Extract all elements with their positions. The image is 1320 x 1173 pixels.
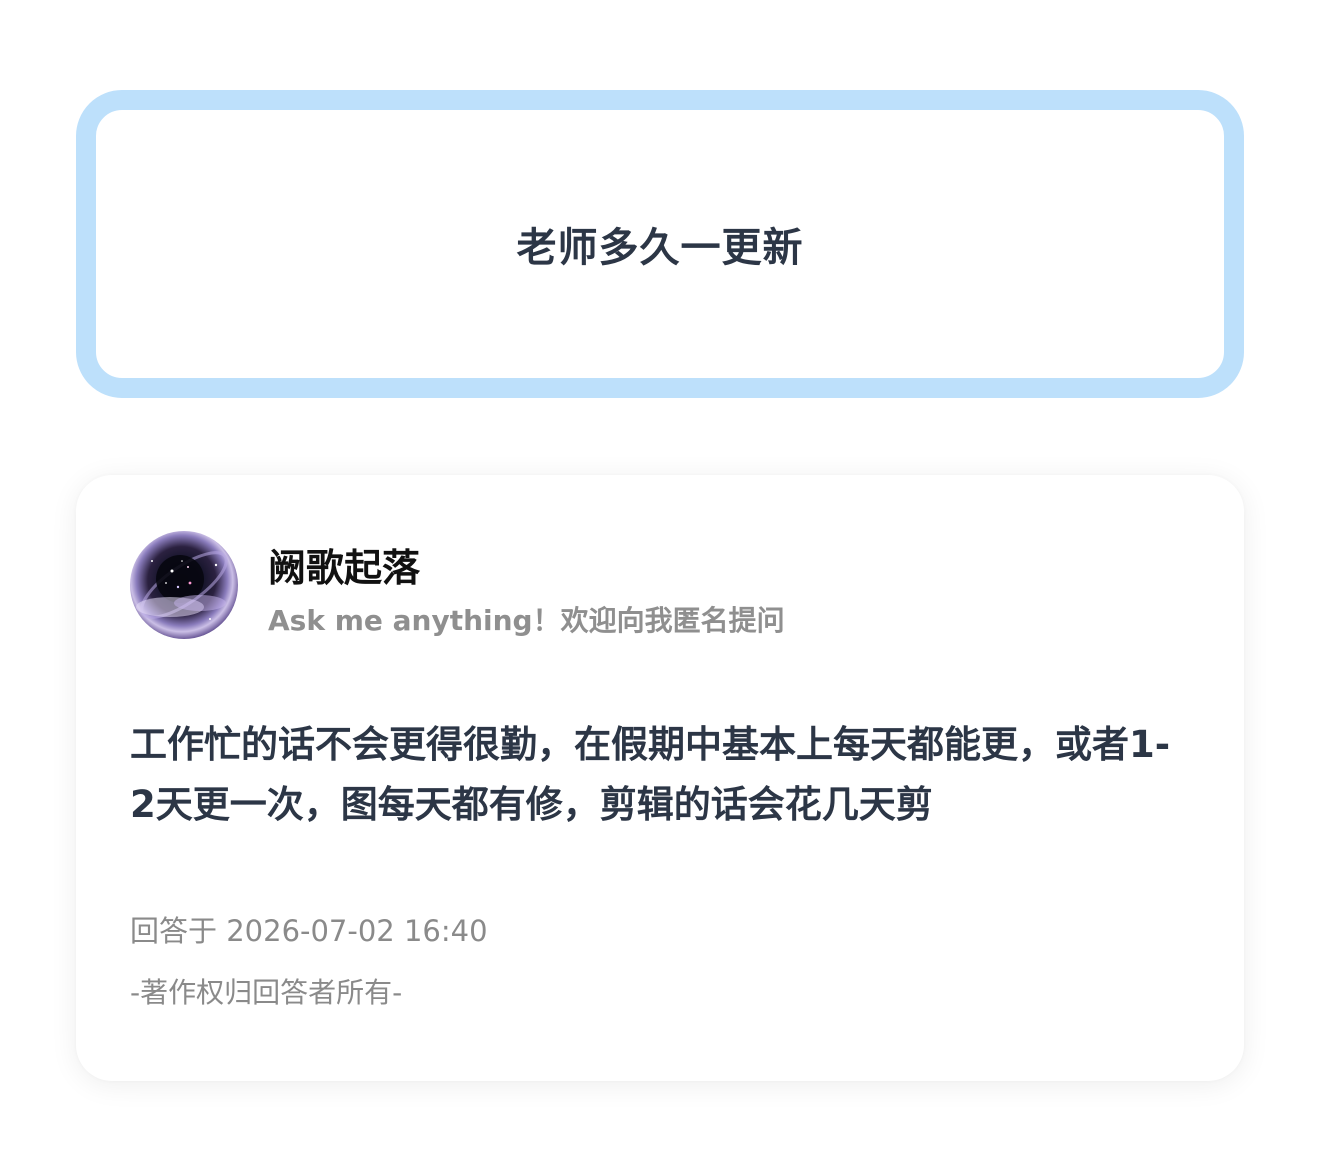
copyright-notice: -著作权归回答者所有- bbox=[130, 976, 403, 1009]
galaxy-avatar-image bbox=[136, 551, 228, 620]
author-tagline: Ask me anything！欢迎向我匿名提问 bbox=[268, 604, 785, 637]
answer-card: 阙歌起落 Ask me anything！欢迎向我匿名提问 工作忙的话不会更得很… bbox=[76, 475, 1244, 1081]
answer-content: 工作忙的话不会更得很勤，在假期中基本上每天都能更，或者1-2天更一次，图每天都有… bbox=[130, 723, 1171, 826]
avatar[interactable] bbox=[130, 531, 238, 639]
answer-timestamp: 回答于 2026-07-02 16:40 bbox=[130, 914, 488, 948]
author-name[interactable]: 阙歌起落 bbox=[268, 537, 420, 592]
question-text: 老师多久一更新 bbox=[516, 225, 804, 271]
question-card: 老师多久一更新 bbox=[76, 90, 1244, 398]
